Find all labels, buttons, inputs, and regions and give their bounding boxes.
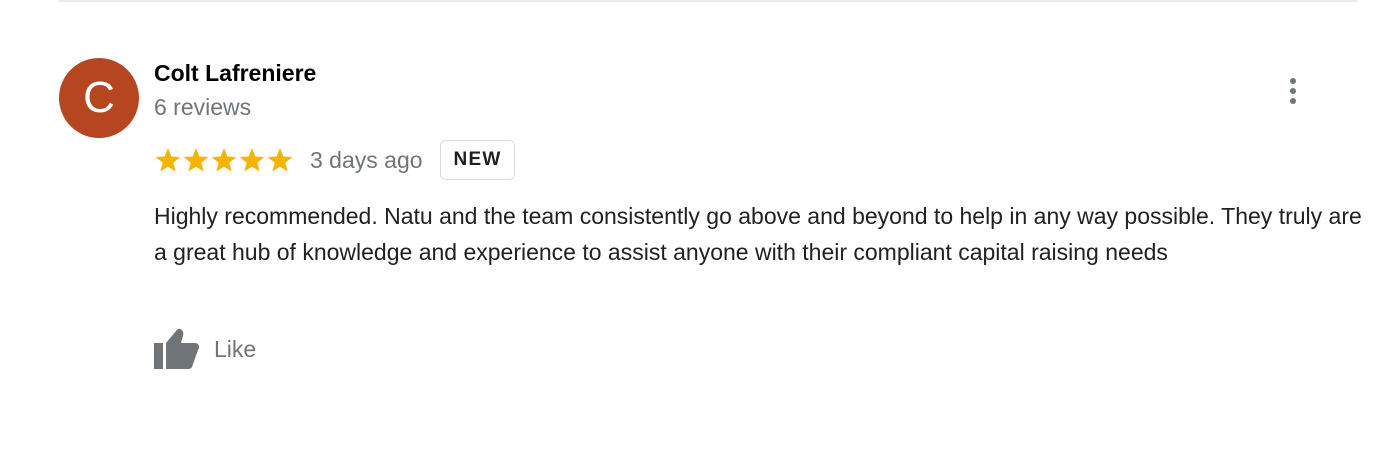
avatar-letter: C — [83, 73, 115, 122]
review-card: C Colt Lafreniere 6 reviews 3 days ago N… — [0, 0, 1380, 466]
more-vert-icon — [1290, 78, 1296, 84]
thumb-up-icon — [154, 328, 199, 369]
like-button[interactable]: Like — [154, 326, 256, 372]
like-label: Like — [214, 335, 257, 362]
author-name[interactable]: Colt Lafreniere — [154, 60, 316, 87]
star-icon — [211, 148, 237, 172]
rating-row: 3 days ago NEW — [154, 140, 516, 180]
avatar[interactable]: C — [59, 58, 139, 138]
new-badge: NEW — [439, 140, 516, 180]
review-date: 3 days ago — [310, 146, 423, 173]
review-text: Highly recommended. Natu and the team co… — [154, 203, 1362, 265]
star-icon — [155, 148, 181, 172]
star-icon — [267, 148, 293, 172]
star-rating — [154, 146, 294, 174]
star-icon — [239, 148, 265, 172]
more-options-button[interactable] — [1280, 72, 1306, 110]
more-vert-icon-dot — [1290, 98, 1296, 104]
more-vert-icon-dot — [1290, 88, 1296, 94]
review-count: 6 reviews — [154, 94, 252, 120]
star-icon — [183, 148, 209, 172]
